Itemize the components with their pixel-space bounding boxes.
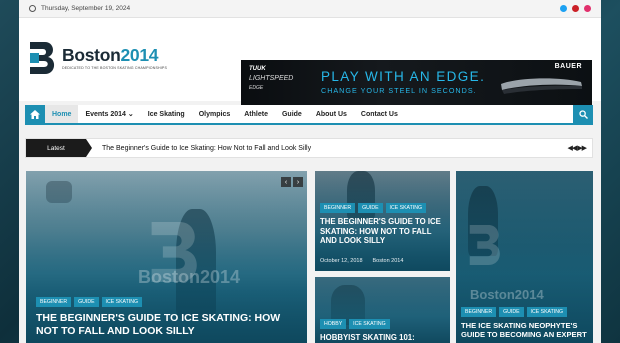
post-author[interactable]: Boston 2014 (373, 258, 404, 264)
clock-icon (29, 5, 36, 12)
banner-subline: CHANGE YOUR STEEL IN SECONDS. (321, 86, 477, 95)
tag-ice-skating[interactable]: ICE SKATING (349, 319, 390, 329)
main-nav: Home Events 2014 ⌄ Ice Skating Olympics … (25, 105, 593, 125)
nav-ice-skating[interactable]: Ice Skating (141, 105, 192, 123)
nav-about-us[interactable]: About Us (309, 105, 354, 123)
featured-post-main[interactable]: Boston2014 ‹ › BEGINNER GUIDE ICE SKATIN… (26, 171, 307, 343)
banner-product-sub: EDGE (249, 85, 264, 91)
social-links (560, 5, 591, 12)
slider-arrows: ‹ › (281, 177, 303, 187)
logo-tagline: DEDICATED TO THE BOSTON SKATING CHAMPION… (62, 66, 167, 70)
site-header: Boston2014 DEDICATED TO THE BOSTON SKATI… (19, 18, 601, 105)
banner-product: LIGHTSPEED (249, 75, 294, 82)
nav-home[interactable]: Home (45, 105, 79, 123)
tag-ice-skating[interactable]: ICE SKATING (385, 203, 427, 213)
slider-prev-button[interactable]: ‹ (281, 177, 291, 187)
pinterest-icon[interactable] (572, 5, 579, 12)
nav-athlete[interactable]: Athlete (237, 105, 275, 123)
tag-hobby[interactable]: HOBBY (320, 319, 347, 329)
ticker-label: Latest (26, 139, 92, 157)
search-button[interactable] (573, 105, 593, 123)
post-title[interactable]: THE BEGINNER'S GUIDE TO ICE SKATING: HOW… (320, 217, 444, 246)
post-tags: BEGINNER GUIDE ICE SKATING (36, 297, 143, 307)
post-card-right[interactable]: Boston2014 BEGINNER GUIDE ICE SKATING TH… (456, 171, 593, 343)
logo-name: Boston2014 (62, 46, 167, 64)
tag-guide[interactable]: GUIDE (499, 307, 524, 317)
nav-guide[interactable]: Guide (275, 105, 309, 123)
post-tags: HOBBY ICE SKATING (320, 319, 390, 329)
post-title[interactable]: THE BEGINNER'S GUIDE TO ICE SKATING: HOW… (36, 312, 300, 338)
latest-ticker: Latest The Beginner's Guide to Ice Skati… (25, 138, 593, 158)
banner-headline: PLAY WITH AN EDGE. (321, 69, 486, 84)
banner-brand-left: TUUK (249, 66, 266, 72)
ticker-headline-link[interactable]: The Beginner's Guide to Ice Skating: How… (102, 145, 311, 152)
top-bar: Thursday, September 19, 2024 (19, 0, 601, 18)
watermark-b-icon (469, 225, 500, 265)
tag-beginner[interactable]: BEGINNER (320, 203, 356, 213)
tag-ice-skating[interactable]: ICE SKATING (101, 297, 143, 307)
search-icon (578, 109, 588, 119)
post-card-bottom-middle[interactable]: HOBBY ICE SKATING HOBBYIST SKATING 101: (315, 277, 450, 343)
page-wrapper: Thursday, September 19, 2024 Boston2014 … (19, 0, 601, 343)
watermark-text: Boston2014 (470, 287, 544, 302)
slider-next-button[interactable]: › (293, 177, 303, 187)
site-logo[interactable]: Boston2014 DEDICATED TO THE BOSTON SKATI… (27, 40, 167, 76)
logo-word: Boston (62, 45, 121, 65)
post-title[interactable]: HOBBYIST SKATING 101: (320, 333, 444, 343)
post-title[interactable]: THE ICE SKATING NEOPHYTE'S GUIDE TO BECO… (461, 321, 589, 340)
home-icon-button[interactable] (25, 105, 45, 123)
tag-beginner[interactable]: BEGINNER (461, 307, 497, 317)
logo-b-icon (30, 42, 55, 74)
nav-events-2014[interactable]: Events 2014 ⌄ (78, 105, 140, 123)
tag-ice-skating[interactable]: ICE SKATING (526, 307, 568, 317)
current-date: Thursday, September 19, 2024 (41, 5, 131, 12)
nav-contact-us[interactable]: Contact Us (354, 105, 405, 123)
tag-guide[interactable]: GUIDE (74, 297, 99, 307)
post-card-top-middle[interactable]: BEGINNER GUIDE ICE SKATING THE BEGINNER'… (315, 171, 450, 271)
nav-olympics[interactable]: Olympics (192, 105, 238, 123)
logo-number: 2014 (120, 45, 159, 65)
tag-guide[interactable]: GUIDE (358, 203, 383, 213)
ticker-controls[interactable]: ◀◀ ▶▶ (568, 144, 588, 152)
skate-blade-icon (501, 78, 582, 94)
home-icon (30, 109, 40, 119)
twitter-icon[interactable] (560, 5, 567, 12)
post-tags: BEGINNER GUIDE ICE SKATING (461, 307, 568, 317)
post-date: October 12, 2018 (320, 258, 363, 264)
instagram-icon[interactable] (584, 5, 591, 12)
post-meta: October 12, 2018 Boston 2014 (320, 258, 403, 264)
banner-brand-right: BAUER (554, 63, 582, 70)
post-tags: BEGINNER GUIDE ICE SKATING (320, 203, 427, 213)
tag-beginner[interactable]: BEGINNER (36, 297, 72, 307)
ad-banner[interactable]: TUUK LIGHTSPEED EDGE PLAY WITH AN EDGE. … (241, 60, 592, 105)
watermark-text: Boston2014 (138, 267, 241, 287)
